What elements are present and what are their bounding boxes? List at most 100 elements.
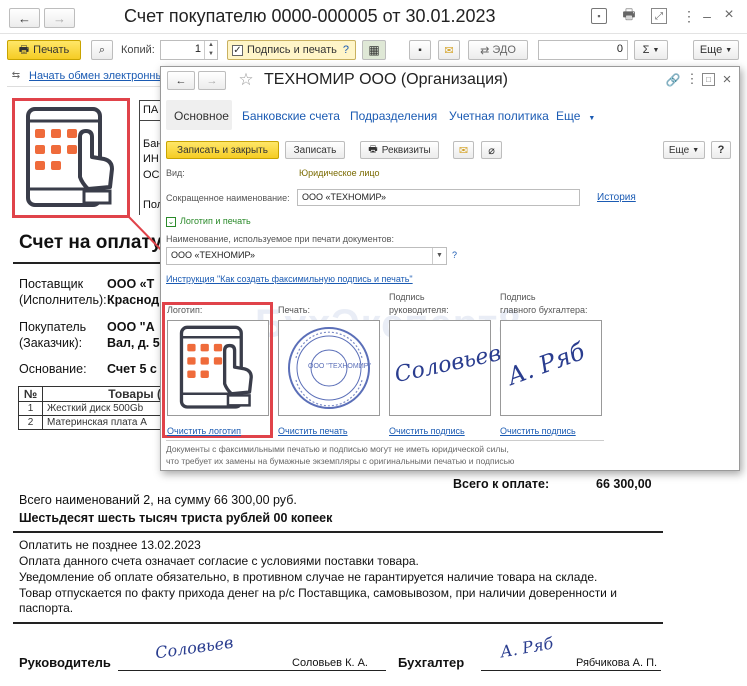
attachment-button[interactable]: ⌀	[481, 141, 502, 159]
supplier-label-2: (Исполнитель):	[19, 293, 107, 307]
head-signature-line	[118, 670, 386, 671]
logo-section-title[interactable]: Логотип и печать	[180, 216, 251, 226]
printer-icon: 🖶	[368, 143, 378, 155]
dialog-menu-icon[interactable]: ⋮	[686, 71, 699, 86]
dialog-help-button[interactable]: ?	[711, 141, 731, 159]
summary-line-2: Шестьдесят шесть тысяч триста рублей 00 …	[19, 511, 333, 525]
tablet-hand-logo-icon	[179, 325, 253, 409]
table-header-cell: Товары (	[42, 386, 166, 402]
link-icon[interactable]: 🔗	[666, 73, 681, 87]
save-close-button[interactable]: Записать и закрыть	[166, 141, 279, 159]
dialog-title: ТЕХНОМИР ООО (Организация)	[264, 71, 508, 88]
arrow-left-icon: ←	[18, 10, 31, 26]
stamp-label: Печать:	[278, 305, 310, 315]
dialog-more-button[interactable]: Еще ▼	[663, 141, 705, 159]
printer-icon[interactable]: 🖶	[620, 6, 638, 24]
envelope-icon: ✉	[458, 144, 469, 157]
chevron-down-icon: ▼	[436, 252, 443, 259]
dialog-email-button[interactable]: ✉	[453, 141, 474, 159]
dialog-save-button[interactable]: Записать	[285, 141, 345, 159]
stamp-center-text: ООО "ТЕХНОМИР"	[308, 363, 371, 370]
print-name-help[interactable]: ?	[452, 250, 457, 260]
notes-rule	[13, 622, 663, 624]
note-line-3: Уведомление об оплате обязательно, в про…	[19, 570, 598, 584]
tab-more[interactable]: Еще ▼	[556, 109, 595, 123]
sum-field[interactable]: 0	[538, 40, 628, 60]
short-name-label: Сокращенное наименование:	[166, 193, 290, 203]
save-file-button[interactable]: ▪	[409, 40, 431, 60]
tab-bank-accounts[interactable]: Банковские счета	[242, 109, 340, 123]
accountant-signature-line	[481, 670, 661, 671]
start-exchange-link[interactable]: Начать обмен электронны	[29, 70, 163, 82]
dialog-close-icon[interactable]: ×	[720, 71, 734, 88]
acc-sign-label-1: Подпись	[500, 292, 536, 302]
chevron-down-icon: ▼	[692, 146, 700, 154]
table-settings-button[interactable]: ▦	[362, 40, 386, 60]
expand-icon[interactable]: ⤢	[651, 8, 667, 24]
buyer-value-2: Вал, д. 5	[107, 336, 160, 350]
favorite-star-icon[interactable]: ☆	[236, 70, 256, 90]
minimize-icon[interactable]: ‒	[700, 8, 714, 24]
more-button[interactable]: Еще ▼	[693, 40, 739, 60]
sign-print-toggle[interactable]: ✓ Подпись и печать ?	[227, 40, 356, 60]
paperclip-icon: ⌀	[488, 144, 495, 157]
arrow-right-icon: →	[206, 74, 218, 87]
note-line-2: Оплата данного счета означает согласие с…	[19, 554, 419, 568]
dialog-forward-button[interactable]: →	[198, 71, 226, 90]
envelope-icon: ✉	[444, 44, 454, 57]
printer-icon: 🖶	[18, 43, 30, 56]
clear-stamp-link[interactable]: Очистить печать	[278, 426, 348, 436]
print-name-dropdown[interactable]: ▼	[432, 248, 446, 264]
chevron-down-icon: ▼	[588, 115, 596, 122]
grid-icon: ▦	[368, 43, 380, 57]
magnifier-icon: ⌕	[98, 43, 106, 56]
short-name-input[interactable]: ООО «ТЕХНОМИР»	[297, 189, 580, 206]
preview-button[interactable]: ⌕	[91, 40, 113, 60]
tab-departments[interactable]: Подразделения	[350, 109, 437, 123]
tab-accounting-policy[interactable]: Учетная политика	[449, 109, 549, 123]
clear-head-sign-link[interactable]: Очистить подпись	[389, 426, 465, 436]
instruction-link[interactable]: Инструкция "Как создать факсимильную под…	[166, 274, 413, 284]
logo-section-toggle-icon[interactable]: ⌄	[166, 217, 176, 227]
head-name: Соловьев К. А.	[292, 657, 368, 669]
history-link[interactable]: История	[597, 192, 636, 203]
arrow-right-icon: →	[53, 10, 66, 26]
chevron-down-icon: ▼	[725, 46, 733, 54]
table-row: 2 Материнская плата A	[18, 415, 166, 430]
table-cell: 2	[18, 415, 43, 430]
email-button[interactable]: ✉	[438, 40, 460, 60]
menu-dots-icon[interactable]: ⋮	[682, 8, 696, 24]
forward-button[interactable]: →	[44, 8, 75, 28]
head-signature-label: Руководитель	[19, 655, 111, 670]
close-icon[interactable]: ×	[721, 6, 737, 24]
clear-acc-sign-link[interactable]: Очистить подпись	[500, 426, 576, 436]
arrow-left-icon: ←	[175, 74, 187, 87]
basis-value: Счет 5 с	[107, 362, 157, 376]
buyer-label-2: (Заказчик):	[19, 336, 83, 350]
clear-logo-link[interactable]: Очистить логотип	[167, 426, 241, 436]
sum-mode-button[interactable]: Σ ▼	[634, 40, 668, 60]
buyer-value-1: ООО "А	[107, 320, 155, 334]
print-button[interactable]: 🖶 Печать	[7, 40, 81, 60]
requisites-button[interactable]: 🖶 Реквизиты	[360, 141, 439, 159]
copies-stepper[interactable]: ▲ ▼	[204, 41, 217, 59]
head-sign-label-1: Подпись	[389, 292, 425, 302]
edo-icon: ⇄	[480, 44, 490, 57]
bank-partial-3: ИН	[143, 153, 159, 165]
bank-partial-1: ПА	[143, 104, 159, 116]
table-header-row: № Товары (	[18, 386, 166, 402]
print-name-select[interactable]: ООО «ТЕХНОМИР»	[166, 247, 447, 265]
note-line-4: Товар отпускается по факту прихода денег…	[19, 586, 617, 600]
accountant-signature-label: Бухгалтер	[398, 655, 465, 670]
dialog-back-button[interactable]: ←	[167, 71, 195, 90]
edo-button[interactable]: ⇄ ЭДО	[468, 40, 528, 60]
dialog-expand-icon[interactable]: □	[702, 73, 715, 86]
type-label: Вид:	[166, 168, 185, 178]
disclaimer-line-2: что требует их замены на бумажные экземп…	[166, 456, 515, 466]
print-name-label: Наименование, используемое при печати до…	[166, 234, 394, 244]
back-button[interactable]: ←	[9, 8, 40, 28]
save-icon[interactable]: ▪	[591, 8, 607, 24]
acc-sign-label-2: главного бухгалтера:	[500, 305, 588, 315]
disclaimer-line-1: Документы с факсимильными печатью и подп…	[166, 444, 509, 454]
basis-label: Основание:	[19, 362, 87, 376]
